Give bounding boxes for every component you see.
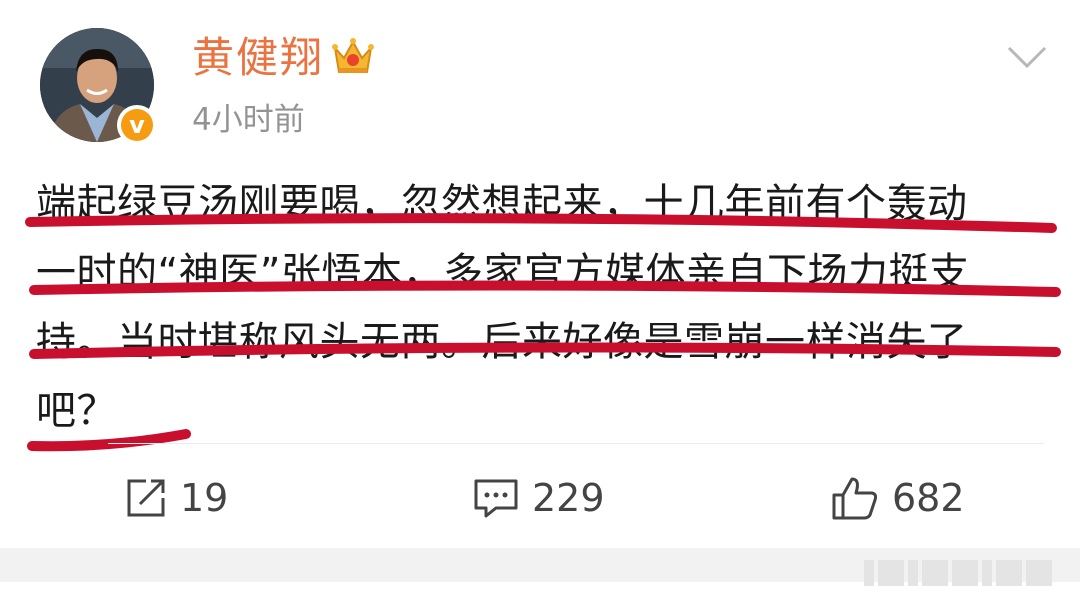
- thumbs-up-icon: [832, 477, 878, 520]
- repost-count: 19: [180, 476, 229, 520]
- verified-badge: v: [117, 105, 157, 145]
- verified-v-icon: v: [121, 109, 153, 141]
- post-text-line: 持。当时堪称风头无两。后来好像是雪崩一样消失了: [36, 319, 968, 365]
- repost-button[interactable]: 19: [124, 472, 228, 524]
- chevron-down-icon[interactable]: [1006, 42, 1048, 72]
- like-button[interactable]: 682: [830, 472, 965, 524]
- comment-icon: [474, 479, 518, 518]
- divider: [108, 443, 1044, 444]
- comment-button[interactable]: 229: [472, 472, 605, 524]
- watermark-icon: [864, 560, 1052, 586]
- post-time: 4小时前: [192, 102, 305, 138]
- username[interactable]: 黄健翔: [192, 32, 324, 84]
- post-text-line: 一时的“神医”张悟本，多家官方媒体亲自下场力挺支: [36, 250, 970, 296]
- post-text: 端起绿豆汤刚要喝，忽然想起来，十几年前有个轰动 一时的“神医”张悟本，多家官方媒…: [36, 170, 1046, 446]
- share-icon: [127, 479, 165, 517]
- post-text-line: 吧？: [36, 388, 117, 434]
- crown-icon[interactable]: [330, 34, 376, 80]
- post-text-line: 端起绿豆汤刚要喝，忽然想起来，十几年前有个轰动: [36, 181, 968, 227]
- comment-count: 229: [532, 476, 605, 520]
- weibo-post: v 黄健翔 4小时前 端起绿豆汤刚要喝，忽然想起来，十几年前有个轰动 一时的“神…: [0, 0, 1080, 548]
- like-count: 682: [892, 476, 965, 520]
